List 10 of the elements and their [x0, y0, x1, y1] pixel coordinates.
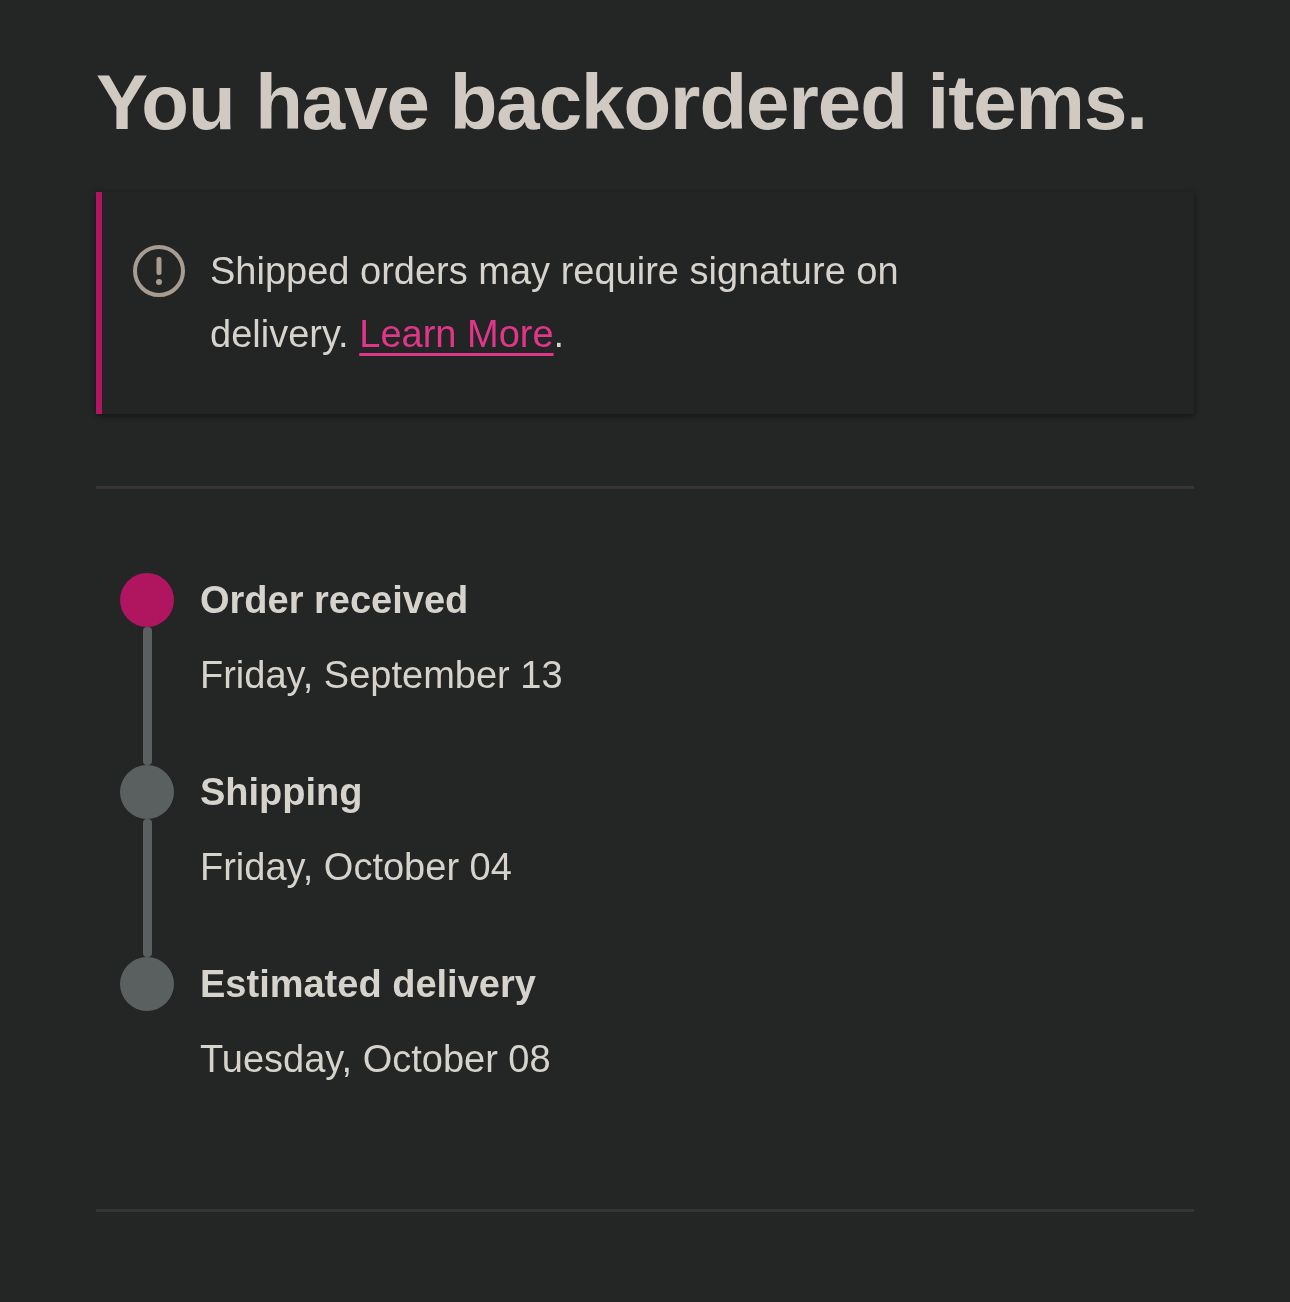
exclamation-icon [132, 244, 186, 298]
notice-text: Shipped orders may require signature on delivery. Learn More. [210, 249, 900, 357]
step-date: Friday, September 13 [200, 653, 563, 698]
learn-more-link[interactable]: Learn More [359, 313, 554, 355]
step-date: Friday, October 04 [200, 845, 512, 890]
step-title: Shipping [200, 770, 364, 815]
page-heading: You have backordered items. [96, 57, 1148, 148]
step-date: Tuesday, October 08 [200, 1037, 551, 1082]
step-title: Order received [200, 578, 470, 623]
step-title: Estimated delivery [200, 962, 537, 1007]
